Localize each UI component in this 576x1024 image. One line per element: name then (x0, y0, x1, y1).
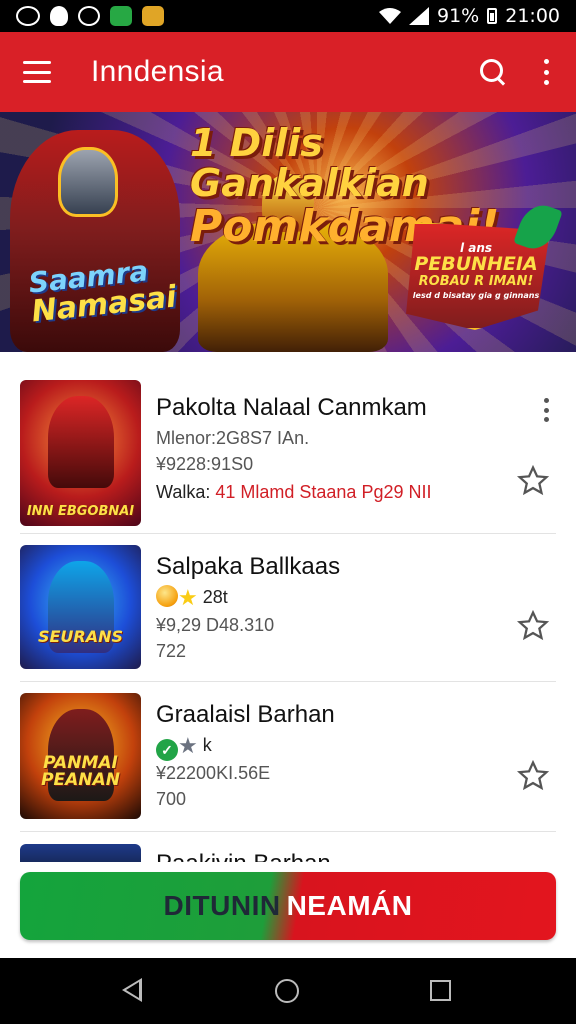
game-title: Salpaka Ballkaas (156, 553, 341, 580)
star-icon: ★ (178, 585, 198, 610)
shield-icon (50, 6, 68, 26)
game-thumbnail[interactable]: SEURANS (20, 545, 141, 669)
messenger-icon (16, 6, 40, 26)
banner-left-text: Saamra Namasai (27, 254, 178, 329)
whatsapp-icon (78, 6, 100, 26)
battery-icon (487, 8, 498, 24)
clock: 21:00 (505, 5, 560, 27)
game-title: Pakolta Nalaal Canmkam (156, 394, 427, 421)
badge-line3: ROBAU R IMAN! (418, 273, 534, 289)
more-vert-icon[interactable] (542, 398, 550, 422)
photo-icon (142, 6, 164, 26)
badge-line4: lesd d bisatay gia g ginnans (412, 291, 540, 301)
star-icon: ★ (178, 733, 198, 758)
download-button[interactable]: DITUNIN NEAMÁN (20, 872, 556, 940)
game-rating: ✓ ★ k (156, 733, 212, 761)
app-bar: Inndensia (0, 32, 576, 112)
game-title: Graalaisl Barhan (156, 701, 335, 728)
helmet-image (58, 147, 118, 217)
promo-badge: l ans PEBUNHEIA ROBAU R IMAN! lesd d bis… (400, 199, 563, 330)
more-vert-icon[interactable] (542, 59, 550, 85)
game-price: ¥22200KI.56E (156, 763, 271, 783)
banner-headline-line1: 1 Dilis Gankalkian (190, 121, 429, 205)
game-price: ¥9,29 D48.310 (156, 615, 275, 635)
download-button-label-part2: NEAMÁN (286, 890, 413, 921)
game-rating: ★ 28t (156, 585, 228, 611)
game-detail-highlight: 41 Mlamd Staana Pg29 NII (215, 482, 432, 502)
promo-banner[interactable]: 1 Dilis Gankalkian Pomkdamai! Saamra Nam… (0, 112, 576, 352)
home-icon[interactable] (275, 979, 299, 1003)
status-bar: 91% 21:00 (0, 0, 576, 32)
menu-icon[interactable] (23, 61, 51, 83)
list-item[interactable]: Paakivin Barhan (20, 844, 556, 862)
list-item[interactable]: SEURANS Salpaka Ballkaas ★ 28t ¥9,29 D48… (20, 545, 556, 671)
game-downloads: 722 (156, 641, 187, 661)
signal-icon (409, 7, 429, 25)
game-thumbnail[interactable] (20, 844, 141, 862)
search-icon[interactable] (478, 57, 508, 87)
game-thumbnail[interactable]: PANMAI PEANAN (20, 693, 141, 819)
list-item[interactable]: INN EBGOBNAI Pakolta Nalaal Canmkam Mlen… (20, 380, 556, 526)
mail-icon (110, 6, 132, 26)
game-list: INN EBGOBNAI Pakolta Nalaal Canmkam Mlen… (0, 352, 576, 862)
game-downloads: 700 (156, 789, 187, 809)
game-detail: Walka: 41 Mlamd Staana Pg29 NII (156, 482, 432, 502)
verified-icon: ✓ (156, 739, 178, 761)
system-nav-bar (0, 958, 576, 1024)
coin-icon (156, 585, 178, 607)
badge-line2: PEBUNHEIA (414, 252, 538, 275)
list-item[interactable]: PANMAI PEANAN Graalaisl Barhan ✓ ★ k ¥222… (20, 693, 556, 819)
back-icon[interactable] (122, 978, 142, 1002)
game-thumbnail[interactable]: INN EBGOBNAI (20, 380, 141, 526)
game-price: ¥9228:91S0 (156, 454, 254, 474)
app-title: Inndensia (91, 55, 224, 88)
battery-percent: 91% (437, 5, 480, 27)
wifi-icon (379, 8, 401, 24)
recents-icon[interactable] (430, 980, 451, 1001)
download-button-label-part1: DITUNIN (163, 890, 281, 921)
star-outline-icon[interactable] (516, 609, 550, 643)
bottom-action-area: DITUNIN NEAMÁN (0, 862, 576, 958)
star-outline-icon[interactable] (516, 464, 550, 498)
game-meta: Mlenor:2G8S7 IAn. (156, 428, 310, 448)
game-title: Paakivin Barhan (156, 850, 331, 862)
star-outline-icon[interactable] (516, 759, 550, 793)
